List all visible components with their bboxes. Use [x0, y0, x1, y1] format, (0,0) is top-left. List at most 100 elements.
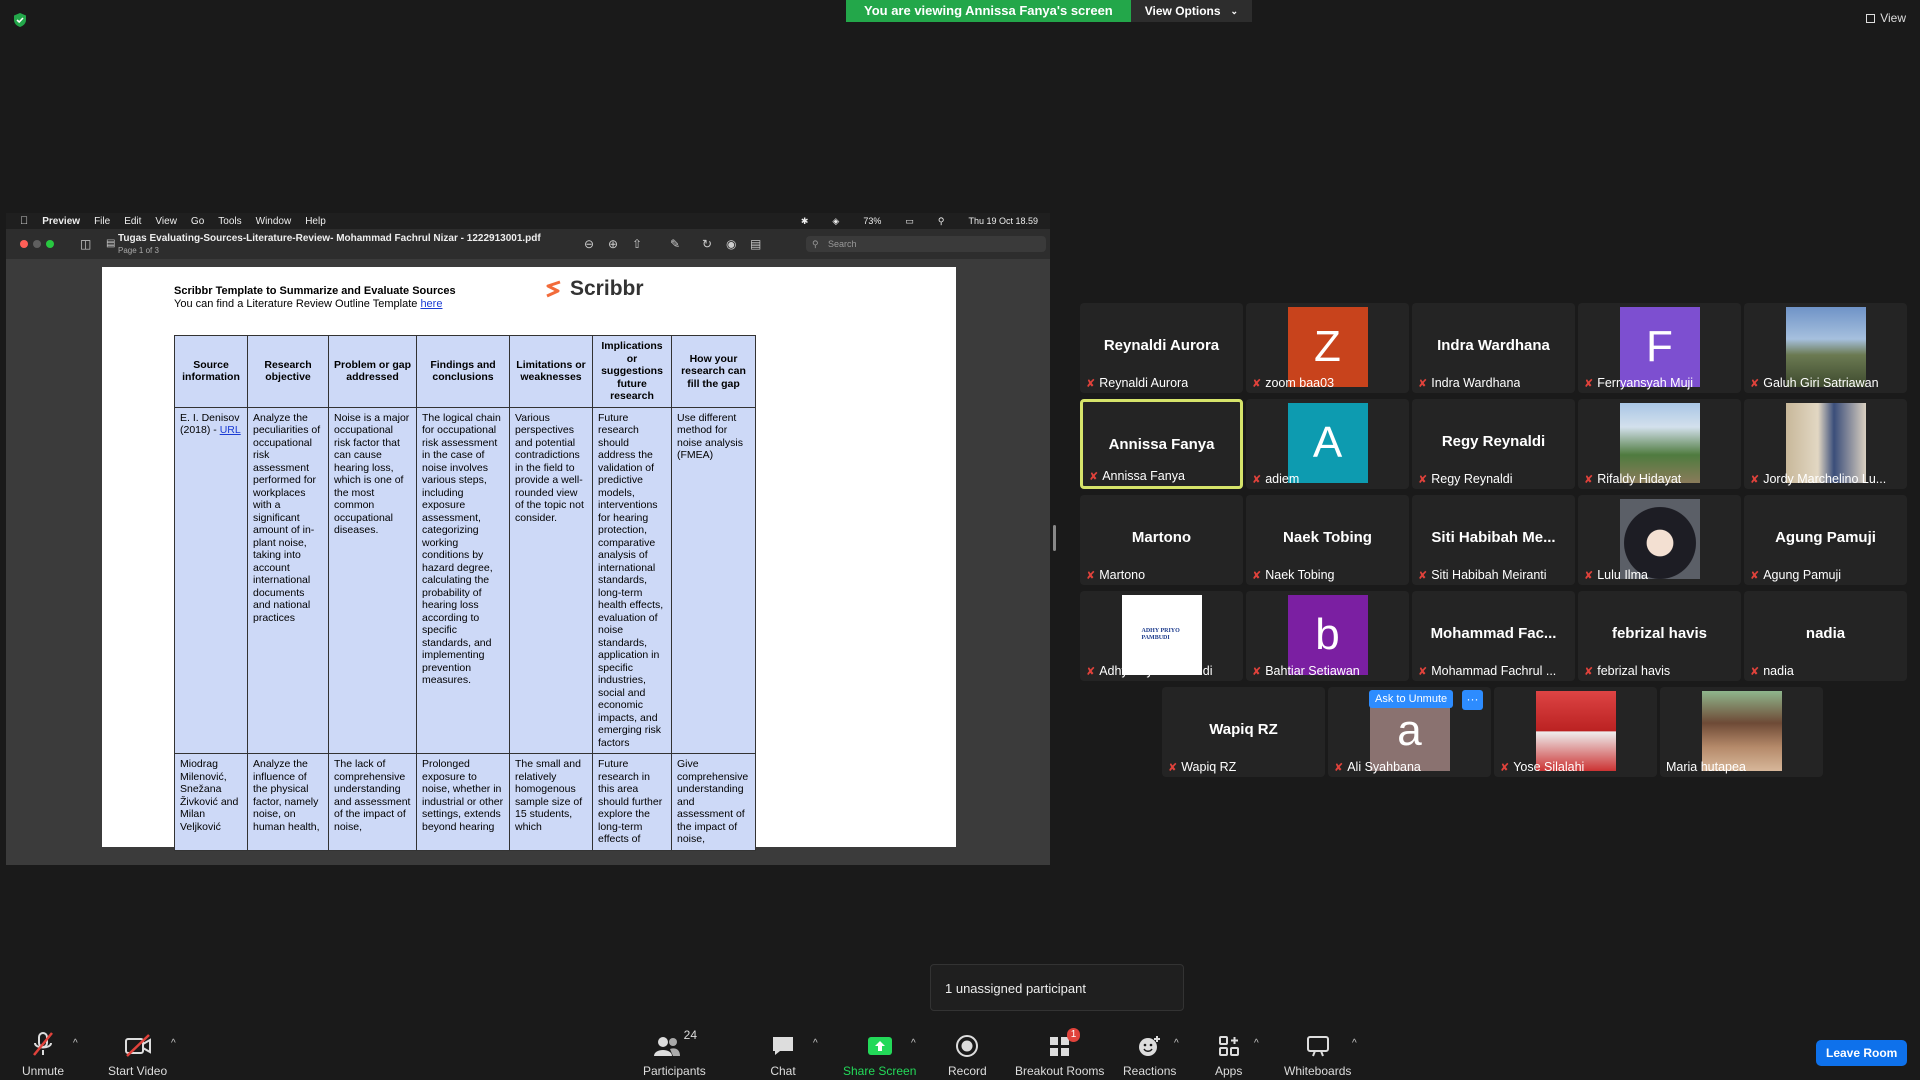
share-options-caret-icon[interactable]: ^ [911, 1038, 916, 1049]
participant-photo [1619, 499, 1700, 579]
split-resize-handle[interactable] [1053, 525, 1056, 551]
participant-tile[interactable]: febrizal havis ✘ febrizal havis [1578, 591, 1741, 681]
shared-screen[interactable]:  Preview File Edit View Go Tools Window… [6, 213, 1050, 865]
participant-tile[interactable]: ✘ Rifaldy Hidayat [1578, 399, 1741, 489]
whiteboards-button[interactable]: Whiteboards [1284, 1028, 1351, 1078]
participant-tile[interactable]: ✘ Jordy Marchelino Lu... [1744, 399, 1907, 489]
participant-display-name: Mohammad Fac... [1430, 625, 1557, 642]
apps-button[interactable]: Apps [1215, 1028, 1242, 1078]
template-link[interactable]: here [420, 298, 442, 310]
pdf-search-input[interactable]: ⚲ Search [806, 236, 1046, 252]
participant-tile[interactable]: Z ✘ zoom baa03 [1246, 303, 1409, 393]
participant-label-text: Maria hutapea [1666, 760, 1746, 774]
participant-label-text: Regy Reynaldi [1431, 472, 1513, 486]
video-options-caret-icon[interactable]: ^ [171, 1038, 176, 1049]
view-button[interactable]: View [1866, 11, 1906, 25]
more-options-button[interactable]: ··· [1462, 690, 1483, 710]
participant-tile[interactable]: Wapiq RZ ✘ Wapiq RZ [1162, 687, 1325, 777]
participant-tile[interactable]: A ✘ adiem [1246, 399, 1409, 489]
menu-window[interactable]: Window [256, 216, 292, 227]
ask-to-unmute-button[interactable]: Ask to Unmute [1369, 690, 1454, 708]
security-shield-icon[interactable] [12, 12, 28, 28]
form-fill-icon[interactable]: ▤ [750, 237, 761, 251]
participants-button[interactable]: 24 Participants [643, 1028, 706, 1078]
participant-label-text: nadia [1763, 664, 1794, 678]
microphone-muted-icon: ✘ [1584, 665, 1594, 678]
page-indicator: Page 1 of 3 [118, 246, 159, 255]
participant-tile[interactable]: Regy Reynaldi ✘ Regy Reynaldi [1412, 399, 1575, 489]
microphone-muted-icon: ✘ [1252, 473, 1262, 486]
participant-label-text: Agung Pamuji [1763, 568, 1842, 582]
wifi-icon: ◈ [832, 215, 840, 226]
participant-avatar: F [1619, 307, 1700, 387]
menu-tools[interactable]: Tools [218, 216, 241, 227]
participant-tile[interactable]: b ✘ Bahtiar Setiawan [1246, 591, 1409, 681]
zoom-out-icon[interactable]: ⊖ [584, 237, 594, 251]
camera-off-icon [124, 1034, 151, 1057]
viewing-screen-label: You are viewing Annissa Fanya's screen [846, 0, 1131, 22]
cell-objective: Analyze the influence of the physical fa… [247, 753, 329, 851]
participant-tile[interactable]: ✘ Lulu Ilma [1578, 495, 1741, 585]
share-icon[interactable]: ⇧ [632, 237, 642, 251]
zoom-in-icon[interactable]: ⊕ [608, 237, 618, 251]
source-url-link[interactable]: URL [220, 424, 241, 436]
table-header-row: Source information Research objective Pr… [174, 335, 756, 408]
participant-tile[interactable]: ✘ Yose Silalahi [1494, 687, 1657, 777]
logo-text: ADHY PRIYO PAMBUDI [1141, 628, 1180, 641]
breakout-rooms-button[interactable]: 1 Breakout Rooms [1015, 1028, 1104, 1078]
participant-tile[interactable]: Indra Wardhana ✘ Indra Wardhana [1412, 303, 1575, 393]
pdf-viewport[interactable]: Scribbr Template to Summarize and Evalua… [6, 259, 1050, 865]
menu-edit[interactable]: Edit [124, 216, 141, 227]
participant-tile[interactable]: Naek Tobing ✘ Naek Tobing [1246, 495, 1409, 585]
microphone-muted-icon: ✘ [1086, 665, 1096, 678]
reactions-caret-icon[interactable]: ^ [1174, 1038, 1179, 1049]
whiteboards-caret-icon[interactable]: ^ [1352, 1038, 1357, 1049]
participant-tile[interactable]: Agung Pamuji ✘ Agung Pamuji [1744, 495, 1907, 585]
participant-tile[interactable]: Martono ✘ Martono [1080, 495, 1243, 585]
rotate-icon[interactable]: ↻ [702, 237, 712, 251]
audio-options-caret-icon[interactable]: ^ [73, 1038, 78, 1049]
participant-tile[interactable]: Reynaldi Aurora ✘ Reynaldi Aurora [1080, 303, 1243, 393]
participant-tile[interactable]: Siti Habibah Me... ✘ Siti Habibah Meiranti [1412, 495, 1575, 585]
participant-tile[interactable]: nadia ✘ nadia [1744, 591, 1907, 681]
menu-help[interactable]: Help [305, 216, 326, 227]
participant-tile[interactable]: F ✘ Ferryansyah Muji [1578, 303, 1741, 393]
close-window-button[interactable] [20, 240, 28, 248]
header-limitations: Limitations or weaknesses [509, 335, 593, 408]
participant-tile[interactable]: ADHY PRIYO PAMBUDI ✘ Adhy Priyo Pambudi [1080, 591, 1243, 681]
participant-tile[interactable]: ✘ Galuh Giri Satriawan [1744, 303, 1907, 393]
participant-label-text: adiem [1265, 472, 1300, 486]
sidebar-toggle-icon[interactable]: ◫ [80, 237, 91, 251]
mac-menu-bar:  Preview File Edit View Go Tools Window… [6, 213, 1050, 229]
zoom-window-button[interactable] [46, 240, 54, 248]
participant-photo [1785, 307, 1866, 387]
participant-name-label: ✘ nadia [1750, 664, 1794, 678]
menu-file[interactable]: File [94, 216, 110, 227]
menu-go[interactable]: Go [191, 216, 204, 227]
annotate-icon[interactable]: ◉ [726, 237, 736, 251]
participant-name-label: ✘ Siti Habibah Meiranti [1418, 568, 1547, 582]
record-label: Record [948, 1064, 987, 1078]
share-screen-button[interactable]: Share Screen [843, 1028, 916, 1078]
markup-pen-icon[interactable]: ✎ [670, 237, 680, 251]
participant-tile[interactable]: Mohammad Fac... ✘ Mohammad Fachrul ... [1412, 591, 1575, 681]
unmute-button[interactable]: Unmute [22, 1028, 64, 1078]
microphone-muted-icon: ✘ [1500, 761, 1510, 774]
menu-preview[interactable]: Preview [42, 216, 80, 227]
minimize-window-button[interactable] [33, 240, 41, 248]
participant-tile[interactable]: Annissa Fanya ✘ Annissa Fanya [1080, 399, 1243, 489]
start-video-button[interactable]: Start Video [108, 1028, 167, 1078]
leave-room-button[interactable]: Leave Room [1816, 1040, 1908, 1066]
apps-caret-icon[interactable]: ^ [1254, 1038, 1259, 1049]
header-objective: Research objective [247, 335, 329, 408]
unassigned-participant-toast[interactable]: 1 unassigned participant [930, 964, 1184, 1011]
chat-button[interactable]: Chat [770, 1028, 796, 1078]
view-options-button[interactable]: View Options ⌄ [1130, 0, 1253, 22]
breakout-badge: 1 [1066, 1028, 1081, 1042]
participant-label-text: Indra Wardhana [1431, 376, 1521, 390]
reactions-button[interactable]: Reactions [1123, 1028, 1176, 1078]
chat-options-caret-icon[interactable]: ^ [813, 1038, 818, 1049]
record-button[interactable]: Record [948, 1028, 987, 1078]
participant-tile[interactable]: Maria hutapea [1660, 687, 1823, 777]
menu-view[interactable]: View [155, 216, 177, 227]
